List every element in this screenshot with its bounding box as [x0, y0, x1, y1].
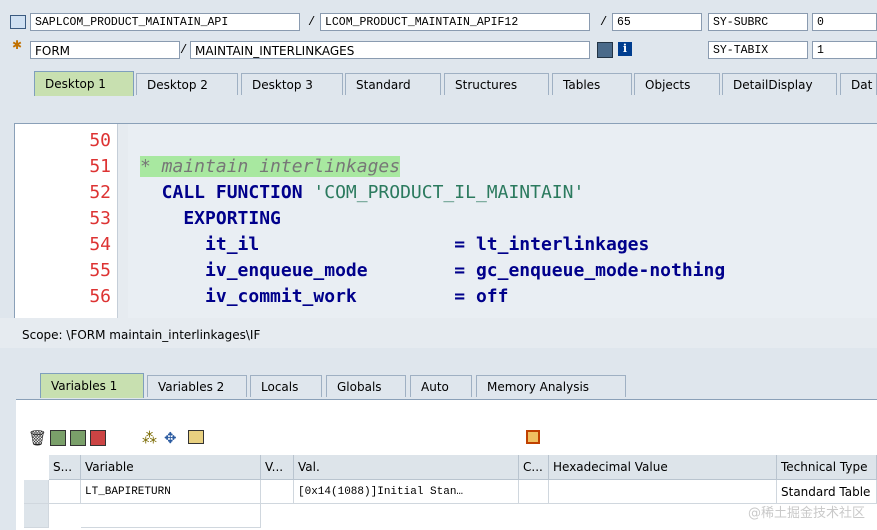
- sy-tabix-value[interactable]: 1: [812, 41, 877, 59]
- column-header-technical-type[interactable]: Technical Type: [777, 455, 877, 480]
- sy-tabix-label: SY-TABIX: [708, 41, 808, 59]
- column-header-status[interactable]: S...: [49, 455, 81, 480]
- move-icon[interactable]: ✥: [164, 430, 177, 446]
- table-delete-icon[interactable]: [90, 430, 106, 446]
- program-icon: [10, 15, 26, 29]
- row-selector[interactable]: [24, 504, 49, 528]
- code-keyword: CALL FUNCTION: [140, 182, 314, 203]
- tab-desktop-1[interactable]: Desktop 1: [34, 71, 134, 96]
- folder-icon[interactable]: [188, 430, 204, 444]
- separator: /: [600, 15, 608, 29]
- tab-memory-analysis[interactable]: Memory Analysis: [476, 375, 626, 397]
- code-keyword: EXPORTING: [140, 208, 281, 229]
- code-line: iv_commit_work = off: [140, 284, 508, 310]
- line-number: 50: [89, 130, 111, 151]
- event-name-field[interactable]: MAINTAIN_INTERLINKAGES: [190, 41, 590, 59]
- line-number: 54: [89, 234, 111, 255]
- form-icon: ✱: [12, 38, 23, 52]
- line-number: 53: [89, 208, 111, 229]
- code-line: iv_enqueue_mode = gc_enqueue_mode-nothin…: [140, 258, 725, 284]
- tab-desktop-3[interactable]: Desktop 3: [241, 73, 343, 95]
- tab-desktop-2[interactable]: Desktop 2: [136, 73, 238, 95]
- tree-icon[interactable]: ⁂: [142, 430, 157, 446]
- separator: /: [180, 43, 188, 57]
- separator: /: [308, 15, 316, 29]
- trash-icon[interactable]: 🗑: [28, 430, 47, 446]
- program-field[interactable]: SAPLCOM_PRODUCT_MAINTAIN_API: [30, 13, 300, 31]
- line-number: 56: [89, 286, 111, 307]
- tab-standard[interactable]: Standard: [345, 73, 441, 95]
- row-selector[interactable]: [24, 480, 49, 504]
- code-line: EXPORTING: [140, 206, 281, 232]
- cell-technical-type: Standard Table: [777, 480, 877, 504]
- tab-variables-2[interactable]: Variables 2: [147, 375, 247, 397]
- scope-label: Scope: \FORM maintain_interlinkages\IF: [0, 318, 877, 348]
- include-field[interactable]: LCOM_PRODUCT_MAINTAIN_APIF12: [320, 13, 590, 31]
- code-string: 'COM_PRODUCT_IL_MAINTAIN': [313, 182, 585, 203]
- column-header-c[interactable]: C...: [519, 455, 549, 480]
- line-number: 51: [89, 156, 111, 177]
- code-parameter: iv_commit_work = off: [140, 286, 509, 307]
- tab-variables-1[interactable]: Variables 1: [40, 373, 144, 398]
- code-line: it_il = lt_interlinkages: [140, 232, 649, 258]
- tab-objects[interactable]: Objects: [634, 73, 720, 95]
- variables-tabstrip: Variables 1 Variables 2 Locals Globals A…: [0, 372, 877, 399]
- column-header-variable[interactable]: Variable: [81, 455, 261, 480]
- tab-auto[interactable]: Auto: [410, 375, 472, 397]
- code-comment: * maintain interlinkages: [140, 156, 401, 177]
- line-number: 52: [89, 182, 111, 203]
- tab-dat[interactable]: Dat: [840, 73, 877, 95]
- column-header-hex[interactable]: Hexadecimal Value: [549, 455, 777, 480]
- column-header-value[interactable]: Val.: [294, 455, 519, 480]
- code-parameter: it_il = lt_interlinkages: [140, 234, 650, 255]
- sy-subrc-label: SY-SUBRC: [708, 13, 808, 31]
- cell-variable[interactable]: [81, 504, 261, 528]
- sy-subrc-value[interactable]: 0: [812, 13, 877, 31]
- tab-globals[interactable]: Globals: [326, 375, 406, 397]
- cell-v: [261, 480, 294, 504]
- source-code-editor[interactable]: 50 51 52 53 54 55 56 * maintain interlin…: [14, 123, 877, 320]
- display-icon[interactable]: [597, 42, 613, 58]
- table-save-icon[interactable]: [70, 430, 86, 446]
- code-line: * maintain interlinkages: [140, 154, 401, 180]
- table-icon[interactable]: [50, 430, 66, 446]
- code-area[interactable]: * maintain interlinkages CALL FUNCTION '…: [128, 124, 877, 319]
- code-parameter: iv_enqueue_mode = gc_enqueue_mode-nothin…: [140, 260, 726, 281]
- cell-value[interactable]: [0x14(1088)]Initial Stan…: [294, 480, 519, 504]
- code-line: CALL FUNCTION 'COM_PRODUCT_IL_MAINTAIN': [140, 180, 585, 206]
- info-icon[interactable]: i: [618, 42, 632, 56]
- save-icon[interactable]: [526, 430, 540, 444]
- tab-locals[interactable]: Locals: [250, 375, 322, 397]
- line-number: 55: [89, 260, 111, 281]
- cell-variable[interactable]: LT_BAPIRETURN: [81, 480, 261, 504]
- line-number-column: 50 51 52 53 54 55 56: [29, 124, 117, 319]
- tab-tables[interactable]: Tables: [552, 73, 632, 95]
- cell-status: [49, 480, 81, 504]
- event-type-field[interactable]: FORM: [30, 41, 180, 59]
- tab-structures[interactable]: Structures: [444, 73, 549, 95]
- line-number-field[interactable]: 65: [612, 13, 702, 31]
- cell-hex: [549, 480, 777, 504]
- desktop-tabstrip: Desktop 1 Desktop 2 Desktop 3 Standard S…: [0, 70, 877, 97]
- tab-detaildisplay[interactable]: DetailDisplay: [722, 73, 837, 95]
- column-header-v[interactable]: V...: [261, 455, 294, 480]
- cell-c: [519, 480, 549, 504]
- watermark: @稀土掘金技术社区: [747, 506, 865, 521]
